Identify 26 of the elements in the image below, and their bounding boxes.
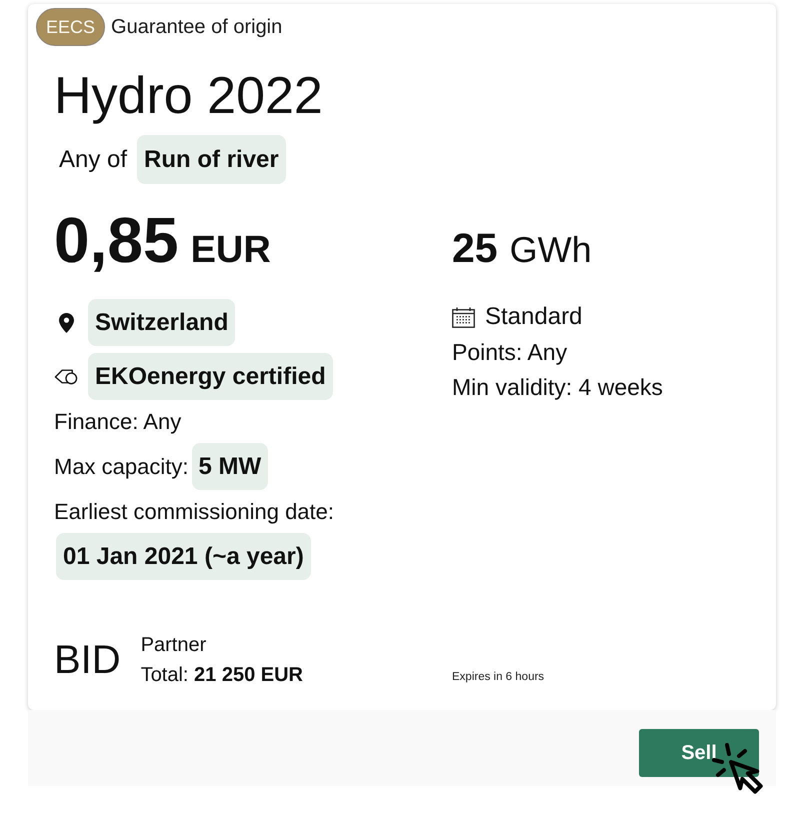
technology-prefix: Any of: [59, 144, 128, 174]
price-currency: EUR: [190, 231, 271, 269]
detail-text: Standard: [485, 302, 582, 332]
location-pin-icon: [58, 312, 74, 332]
commissioning-label: Earliest commissioning date:: [54, 498, 334, 526]
order-side: BID: [54, 640, 121, 680]
detail-text: Min validity: 4 weeks: [452, 373, 663, 402]
capacity-label: Max capacity:: [54, 452, 188, 481]
attribute-chip: Switzerland: [88, 299, 236, 346]
detail-text: Points: Any: [452, 338, 568, 367]
offer-title: Hydro 2022: [54, 66, 324, 126]
counterparty-text: Partner: [140, 633, 208, 658]
capacity-chip: 5 MW: [192, 443, 268, 490]
scheme-badge: EECS: [36, 8, 106, 46]
commissioning-chip: 01 Jan 2021 (~a year): [56, 533, 311, 580]
technology-chip: Run of river: [137, 135, 286, 184]
order-total: Total: 21 250 EUR: [140, 663, 304, 688]
volume-amount: 25: [452, 228, 498, 269]
price-amount: 0,85: [54, 208, 179, 272]
volume-unit: GWh: [510, 232, 592, 268]
calendar-icon: [452, 306, 475, 328]
sell-button[interactable]: Sell: [639, 729, 759, 777]
finance-text: Finance: Any: [54, 408, 182, 436]
scheme-label: Guarantee of origin: [111, 16, 282, 38]
expiry-text: Expires in 6 hours: [452, 670, 546, 685]
attribute-chip: EKOenergy certified: [88, 353, 333, 400]
